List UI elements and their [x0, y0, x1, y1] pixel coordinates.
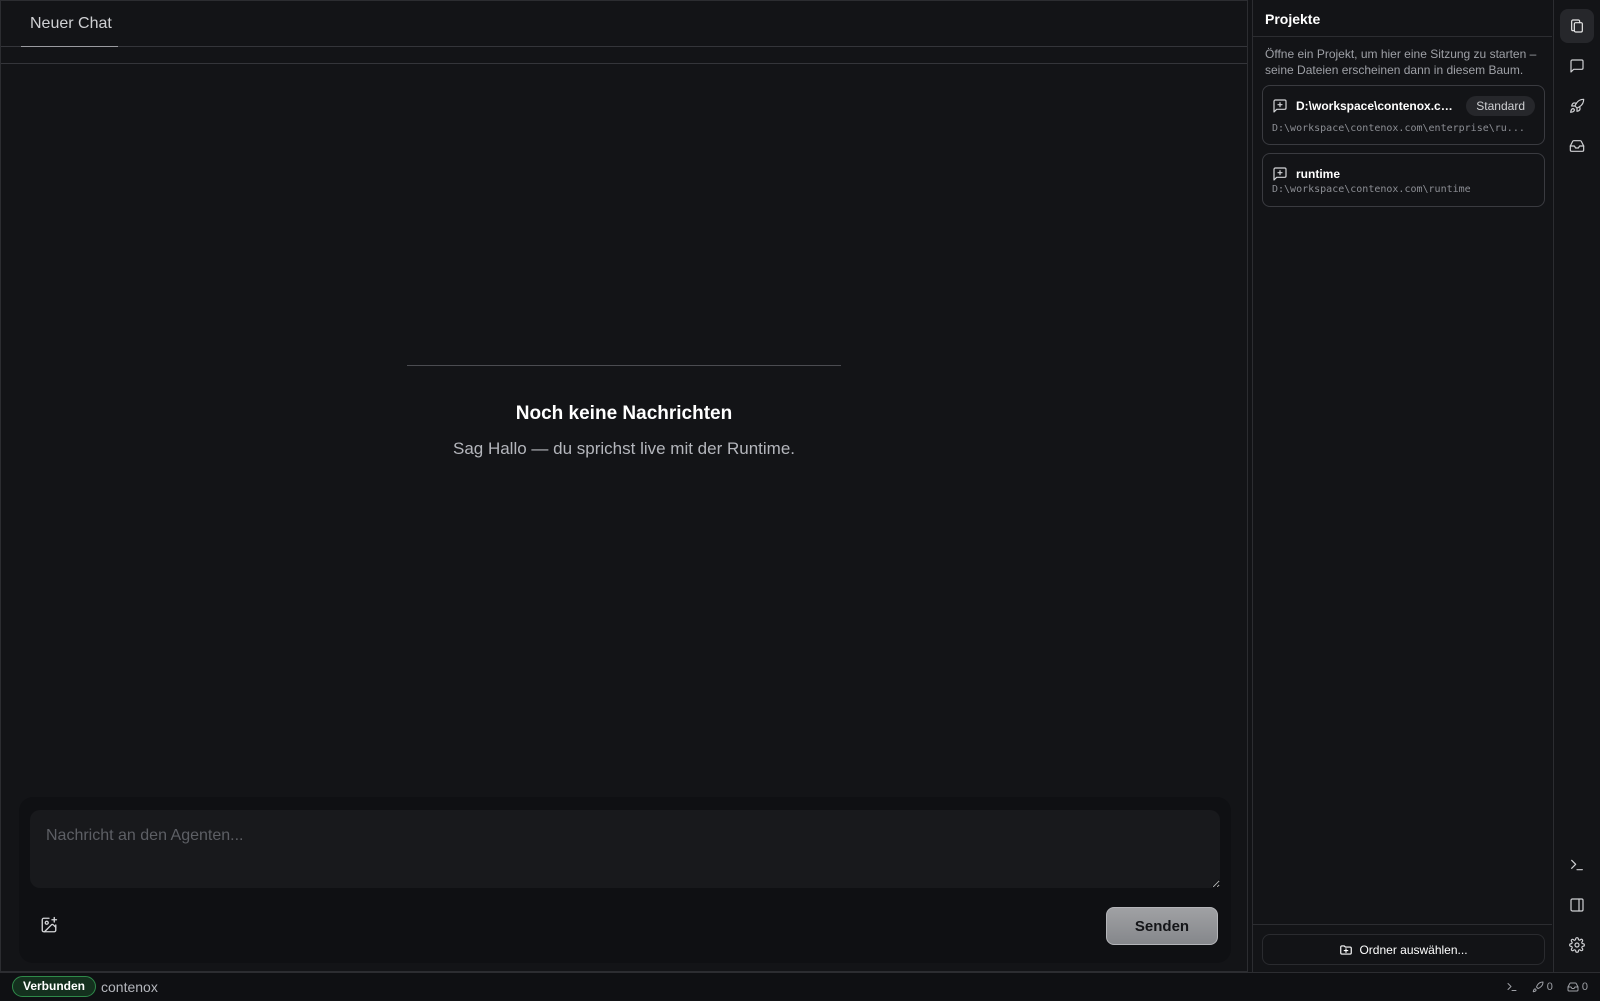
inbox-button[interactable] [1560, 129, 1594, 163]
projects-panel: Projekte Öffne ein Projekt, um hier eine… [1252, 0, 1552, 972]
terminal-icon [1507, 983, 1517, 991]
inbox-count: 0 [1581, 981, 1588, 993]
project-card[interactable]: D:\workspace\contenox.co... Standard D:\… [1262, 85, 1545, 145]
deploy-count: 0 [1546, 981, 1553, 993]
message-input[interactable] [30, 810, 1220, 888]
toggle-panel-button[interactable] [1560, 888, 1594, 922]
project-card[interactable]: runtime D:\workspace\contenox.com\runtim… [1262, 153, 1545, 207]
rocket-icon [1570, 98, 1585, 113]
message-plus-icon [1273, 99, 1287, 113]
activity-rail [1553, 0, 1600, 972]
composer: Senden [19, 797, 1231, 963]
projects-footer: Ordner auswählen... [1253, 924, 1552, 972]
connection-badge: Verbunden [12, 976, 97, 997]
chat-panel: Neuer Chat Noch keine Nachrichten Sag Ha… [0, 0, 1248, 972]
project-name: runtime [1296, 167, 1341, 181]
inbox-status[interactable]: 0 [1567, 981, 1588, 993]
workspace-name: contenox [101, 979, 158, 995]
chat-button[interactable] [1560, 49, 1594, 83]
message-plus-icon [1273, 167, 1287, 181]
project-card-header: D:\workspace\contenox.co... Standard [1272, 96, 1535, 116]
deploy-button[interactable] [1560, 89, 1594, 123]
default-badge: Standard [1466, 96, 1535, 116]
panel-icon [1570, 898, 1584, 912]
open-folder-label: Ordner auswählen... [1359, 942, 1468, 957]
empty-state-subtitle: Sag Hallo — du sprichst live mit der Run… [452, 439, 796, 458]
project-path: D:\workspace\contenox.com\enterprise\ru.… [1272, 123, 1525, 134]
attach-image-button[interactable] [37, 913, 61, 937]
tab-new-chat[interactable]: Neuer Chat [21, 1, 118, 47]
divider [1, 63, 1247, 64]
files-icon [1571, 19, 1583, 33]
divider [407, 365, 841, 366]
projects-title: Projekte [1253, 0, 1552, 37]
project-path: D:\workspace\contenox.com\runtime [1272, 184, 1471, 195]
project-name: D:\workspace\contenox.co... [1296, 99, 1456, 113]
files-button[interactable] [1560, 9, 1594, 43]
gear-icon [1569, 937, 1585, 953]
deploy-status[interactable]: 0 [1532, 981, 1553, 993]
terminal-icon [1571, 859, 1583, 871]
rocket-icon [1532, 981, 1544, 993]
send-button[interactable]: Senden [1106, 907, 1218, 945]
status-actions: 0 0 [1506, 973, 1588, 1001]
open-folder-button[interactable]: Ordner auswählen... [1262, 934, 1545, 965]
inbox-icon [1569, 140, 1585, 152]
project-card-header: runtime [1272, 166, 1535, 182]
terminal-button[interactable] [1560, 848, 1594, 882]
tab-bar: Neuer Chat [1, 1, 1247, 47]
projects-hint: Öffne ein Projekt, um hier eine Sitzung … [1265, 47, 1537, 77]
chat-icon [1570, 59, 1584, 73]
empty-state-title: Noch keine Nachrichten [515, 403, 733, 424]
image-plus-icon [41, 916, 58, 933]
status-bar: Verbunden contenox 0 0 [0, 972, 1600, 1000]
inbox-icon [1567, 982, 1579, 992]
empty-state: Noch keine Nachrichten Sag Hallo — du sp… [1, 365, 1247, 459]
settings-button[interactable] [1560, 928, 1594, 962]
terminal-status[interactable] [1506, 981, 1518, 993]
app-window: Neuer Chat Noch keine Nachrichten Sag Ha… [0, 0, 1600, 1000]
folder-plus-icon [1340, 944, 1353, 955]
